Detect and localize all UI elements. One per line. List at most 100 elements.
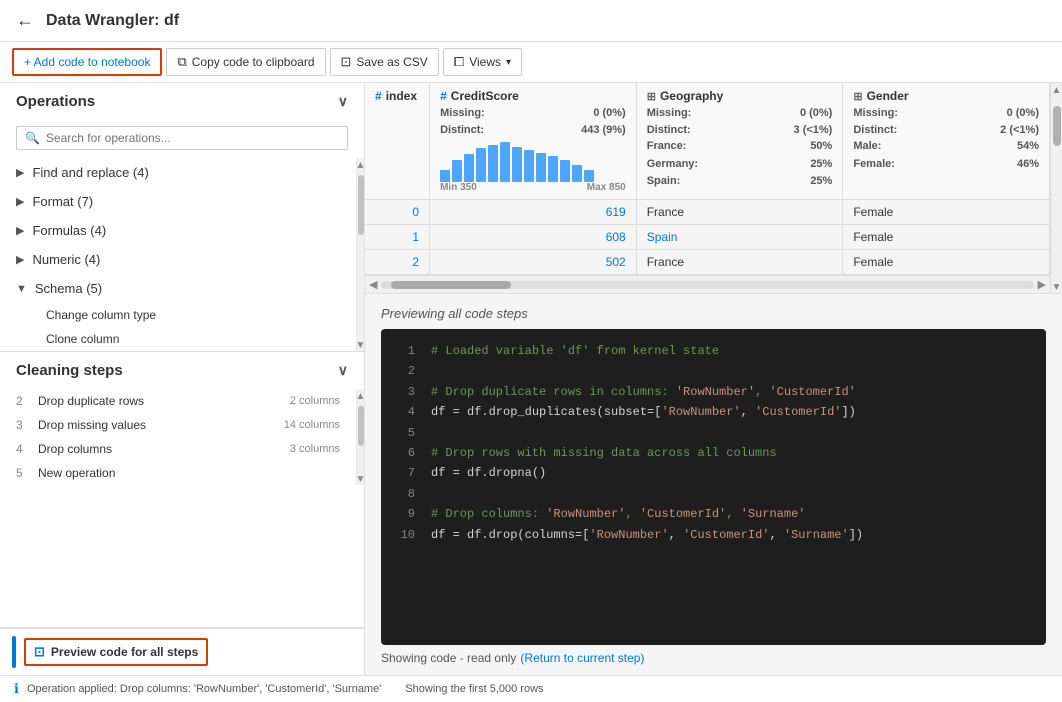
col-header-index: # index xyxy=(365,83,430,200)
vscroll-down-icon[interactable]: ▼ xyxy=(1052,282,1062,293)
vscroll-thumb xyxy=(1053,106,1061,146)
creditscore-histogram xyxy=(440,142,626,182)
code-line-2: 2 xyxy=(397,361,1030,381)
cleaning-step-drop-dup[interactable]: 2 Drop duplicate rows 2 columns xyxy=(0,389,356,413)
col-type-icon: ⊞ xyxy=(853,90,862,103)
scroll-up-arrow-icon[interactable]: ▲ xyxy=(356,160,364,171)
ops-item-schema[interactable]: ▼ Schema (5) xyxy=(0,274,356,303)
return-to-current-step-link[interactable]: (Return to current step) xyxy=(520,651,644,665)
save-csv-button[interactable]: ⊡ Save as CSV xyxy=(330,48,439,76)
cell-creditscore: 608 xyxy=(430,225,637,250)
cleaning-step-drop-cols[interactable]: 4 Drop columns 3 columns xyxy=(0,437,356,461)
gender-cat-stats: Male: 54% Female: 46% xyxy=(853,138,1039,173)
cleaning-scroll-bar: ▲ ▼ xyxy=(356,389,364,485)
ops-scroll-bar: ▲ ▼ xyxy=(356,158,364,351)
ops-scroll-thumb xyxy=(358,175,364,235)
cleaning-scroll-up-icon[interactable]: ▲ xyxy=(356,391,364,402)
code-footer: Showing code - read only (Return to curr… xyxy=(381,645,1046,667)
col-name: Geography xyxy=(660,89,723,103)
blue-accent-bar xyxy=(12,636,16,668)
operations-list: ▶ Find and replace (4) ▶ Format (7) ▶ Fo… xyxy=(0,158,356,351)
code-line-6: 6 # Drop rows with missing data across a… xyxy=(397,443,1030,463)
hscroll-right-icon[interactable]: ▶ xyxy=(1038,278,1046,291)
table-scroll[interactable]: # index # CreditScore xyxy=(365,83,1050,293)
table-vscroll[interactable]: ▲ ▼ xyxy=(1050,83,1062,293)
code-line-4: 4 df = df.drop_duplicates(subset=['RowNu… xyxy=(397,402,1030,422)
ops-item-label: Schema (5) xyxy=(35,281,102,296)
data-table: # index # CreditScore xyxy=(365,83,1050,275)
col-type-icon: ⊞ xyxy=(647,90,656,103)
spacer xyxy=(0,485,364,627)
ops-item-format[interactable]: ▶ Format (7) xyxy=(0,187,356,216)
ops-item-find-replace[interactable]: ▶ Find and replace (4) xyxy=(0,158,356,187)
status-bar: ℹ Operation applied: Drop columns: 'RowN… xyxy=(0,675,1062,702)
back-button[interactable]: ← xyxy=(16,10,34,31)
views-chevron-icon: ▾ xyxy=(506,57,511,68)
col-header-creditscore: # CreditScore Missing: 0 (0%) xyxy=(430,83,637,200)
ops-item-formulas[interactable]: ▶ Formulas (4) xyxy=(0,216,356,245)
table-row: 0 619 France Female xyxy=(365,200,1050,225)
cleaning-scroll-thumb xyxy=(358,406,364,446)
main-content: Operations ∨ 🔍 ▶ Find and replace (4) ▶ … xyxy=(0,83,1062,675)
page-title: Data Wrangler: df xyxy=(46,12,179,30)
search-wrap: 🔍 xyxy=(0,120,364,158)
cell-gender: Female xyxy=(843,225,1050,250)
ops-item-numeric[interactable]: ▶ Numeric (4) xyxy=(0,245,356,274)
table-row: 2 502 France Female xyxy=(365,250,1050,275)
save-csv-label: Save as CSV xyxy=(356,55,427,69)
ops-sub-change-column-type[interactable]: Change column type xyxy=(0,303,356,327)
code-line-1: 1 # Loaded variable 'df' from kernel sta… xyxy=(397,341,1030,361)
preview-code-button[interactable]: ⊡ Preview code for all steps xyxy=(24,638,208,666)
code-block[interactable]: 1 # Loaded variable 'df' from kernel sta… xyxy=(381,329,1046,645)
hscroll-thumb xyxy=(391,281,511,289)
ops-chevron-icon: ▶ xyxy=(16,253,24,266)
geography-cat-stats: France: 50% Germany: 25% Spa xyxy=(647,138,833,191)
cell-gender: Female xyxy=(843,200,1050,225)
ops-item-label: Find and replace (4) xyxy=(32,165,148,180)
preview-code-label: Preview code for all steps xyxy=(51,645,198,659)
cleaning-steps-section: Cleaning steps ∨ 2 Drop duplicate rows 2… xyxy=(0,351,364,485)
ops-item-label: Formulas (4) xyxy=(32,223,106,238)
preview-code-icon: ⊡ xyxy=(34,644,45,660)
code-line-10: 10 df = df.drop(columns=['RowNumber', 'C… xyxy=(397,525,1030,545)
toolbar: + Add code to notebook ⧉ Copy code to cl… xyxy=(0,42,1062,83)
cleaning-steps-title: Cleaning steps xyxy=(16,362,123,379)
cleaning-chevron-icon[interactable]: ∨ xyxy=(338,362,348,379)
code-section: Previewing all code steps 1 # Loaded var… xyxy=(365,294,1062,675)
sub-item-label: Clone column xyxy=(46,332,119,346)
cell-geography: Spain xyxy=(636,225,843,250)
add-code-button[interactable]: + Add code to notebook xyxy=(12,48,162,76)
ops-item-label: Format (7) xyxy=(32,194,93,209)
code-line-8: 8 xyxy=(397,484,1030,504)
code-line-7: 7 df = df.dropna() xyxy=(397,463,1030,483)
title-bar: ← Data Wrangler: df xyxy=(0,0,1062,42)
ops-sub-clone-column[interactable]: Clone column xyxy=(0,327,356,351)
views-button[interactable]: ⧠ Views ▾ xyxy=(443,48,522,76)
vscroll-up-icon[interactable]: ▲ xyxy=(1052,85,1062,96)
cleaning-step-new-op[interactable]: 5 New operation xyxy=(0,461,356,485)
views-icon: ⧠ xyxy=(454,54,464,70)
code-preview-label: Previewing all code steps xyxy=(381,306,1046,321)
copy-code-label: Copy code to clipboard xyxy=(192,55,315,69)
operations-chevron-icon[interactable]: ∨ xyxy=(338,93,348,110)
cleaning-steps-header: Cleaning steps ∨ xyxy=(0,352,364,389)
col-name: CreditScore xyxy=(451,89,519,103)
search-box: 🔍 xyxy=(16,126,348,150)
ops-chevron-icon: ▶ xyxy=(16,195,24,208)
operations-section-header: Operations ∨ xyxy=(0,83,364,120)
copy-code-button[interactable]: ⧉ Copy code to clipboard xyxy=(166,48,325,76)
col-name: index xyxy=(386,89,417,103)
cell-index: 1 xyxy=(365,225,430,250)
code-line-5: 5 xyxy=(397,423,1030,443)
col-header-geography: ⊞ Geography Missing: 0 (0%) xyxy=(636,83,843,200)
scroll-down-arrow-icon[interactable]: ▼ xyxy=(356,340,364,351)
table-hscroll[interactable]: ◀ ▶ xyxy=(365,275,1050,293)
table-row: 1 608 Spain Female xyxy=(365,225,1050,250)
cleaning-step-drop-missing[interactable]: 3 Drop missing values 14 columns xyxy=(0,413,356,437)
cleaning-scroll-down-icon[interactable]: ▼ xyxy=(356,474,364,485)
hscroll-track xyxy=(381,281,1033,289)
hscroll-left-icon[interactable]: ◀ xyxy=(369,278,377,291)
search-input[interactable] xyxy=(46,131,339,145)
operations-title: Operations xyxy=(16,93,95,110)
col-type-icon: # xyxy=(375,89,382,103)
